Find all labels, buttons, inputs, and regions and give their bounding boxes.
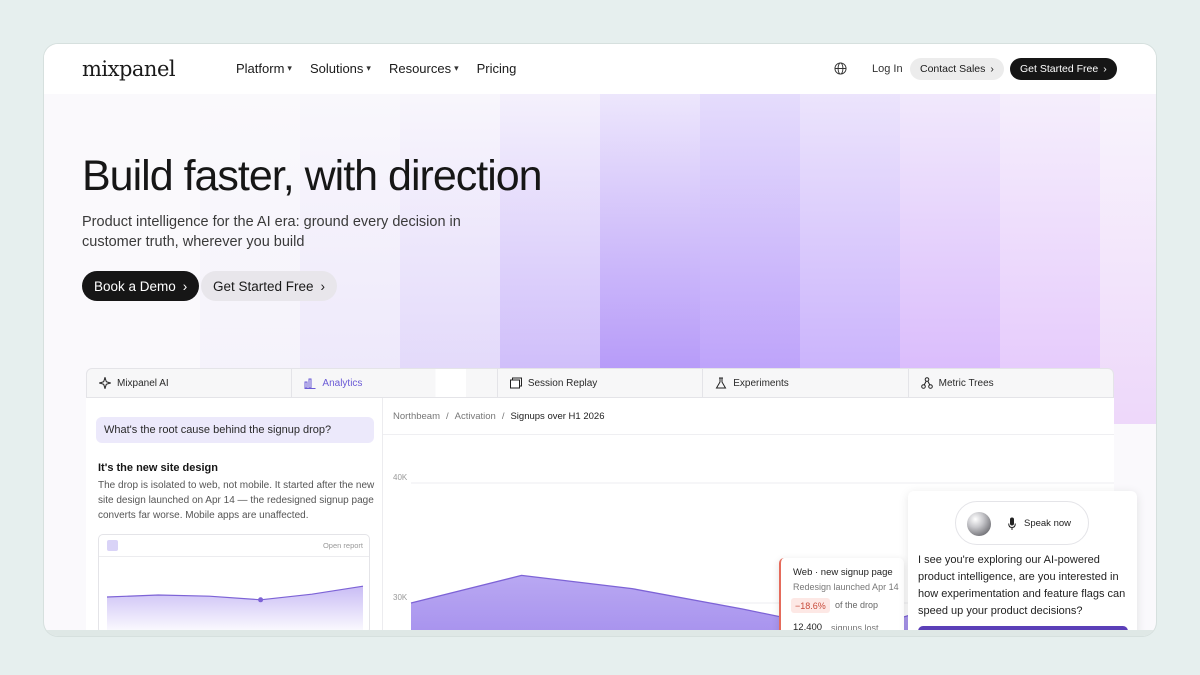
speak-now-label: Speak now (1024, 518, 1072, 529)
nav-resources[interactable]: Resources ▾ (389, 61, 459, 76)
chevron-down-icon: ▾ (366, 63, 371, 73)
breadcrumb-report-title: Signups over H1 2026 (510, 411, 605, 422)
y-tick-label: 30K (393, 593, 408, 602)
assistant-message: I see you're exploring our AI-powered pr… (918, 554, 1126, 617)
mini-trend-chart (106, 585, 364, 633)
hero-get-started-label: Get Started Free (213, 278, 314, 294)
mixpanel-logo[interactable]: mixpanel (82, 57, 176, 81)
chevron-right-icon: › (990, 63, 994, 75)
breadcrumb-activation[interactable]: Activation (455, 411, 496, 422)
tab-analytics[interactable]: Analytics (292, 369, 498, 397)
chart-tooltip: Web · new signup page Redesign launched … (779, 558, 904, 636)
tab-metric-trees[interactable]: Metric Trees (909, 369, 1113, 397)
voice-orb-icon (967, 512, 991, 536)
y-tick-label: 40K (393, 473, 408, 482)
nav-pricing[interactable]: Pricing (477, 61, 517, 76)
user-question: What's the root cause behind the signup … (96, 417, 374, 443)
book-demo-label: Book a Demo (94, 278, 176, 294)
hero-get-started-button[interactable]: Get Started Free › (201, 271, 338, 301)
chevron-down-icon: ▾ (454, 63, 459, 73)
nav-solutions-label: Solutions (309, 61, 364, 76)
chevron-right-icon: › (320, 278, 326, 294)
nav-pricing-label: Pricing (476, 61, 517, 76)
mini-area (107, 586, 363, 633)
nav-platform-label: Platform (236, 61, 285, 76)
ai-assistant-widget: Speak now I see you're exploring our AI-… (908, 491, 1137, 636)
nav-resources-label: Resources (388, 61, 452, 76)
speak-now-button[interactable]: Speak now (955, 501, 1089, 545)
nav-get-started-button[interactable]: Get Started Free › (1010, 58, 1117, 80)
breadcrumb: Northbeam / Activation / Signups over H1… (393, 411, 604, 422)
nav-solutions[interactable]: Solutions ▾ (310, 61, 371, 76)
mini-report-card[interactable]: Open report (98, 534, 370, 634)
tab-session-replay[interactable]: Session Replay (498, 369, 704, 397)
breadcrumb-northbeam[interactable]: Northbeam (393, 411, 440, 422)
mini-point (258, 597, 264, 603)
bar-chart-icon (304, 378, 316, 389)
nav-links: Platform ▾ Solutions ▾ Resources ▾ Pricing (236, 61, 516, 76)
tab-experiments-label: Experiments (733, 377, 789, 389)
hero-subtitle: Product intelligence for the AI era: gro… (82, 214, 461, 250)
change-label: of the drop (835, 600, 879, 610)
answer-title: It's the new site design (98, 462, 218, 474)
sparkle-icon (99, 377, 111, 389)
answer-body: The drop is isolated to web, not mobile.… (98, 480, 375, 521)
globe-icon[interactable] (834, 62, 847, 75)
ai-chat-panel: What's the root cause behind the signup … (86, 398, 383, 636)
tooltip-title: Web · new signup page (793, 567, 893, 578)
book-demo-button[interactable]: Book a Demo › (82, 271, 200, 301)
tab-mixpanel-ai-label: Mixpanel AI (117, 377, 169, 389)
tab-mixpanel-ai[interactable]: Mixpanel AI (87, 369, 293, 397)
page-frame: mixpanel Platform ▾ Solutions ▾ Resources ▾… (44, 44, 1156, 636)
contact-sales-label: Contact Sales (920, 63, 986, 75)
hero-title: Build faster, with direction (82, 152, 543, 200)
login-link[interactable]: Log In (872, 63, 903, 75)
top-nav: mixpanel Platform ▾ Solutions ▾ Resources ▾… (44, 44, 1156, 94)
bottom-band (44, 630, 1156, 636)
series-swatch (107, 540, 118, 551)
tab-metric-trees-label: Metric Trees (938, 377, 994, 389)
tab-session-replay-label: Session Replay (527, 377, 598, 389)
breadcrumb-separator: / (446, 411, 449, 422)
tooltip-subtitle: Redesign launched Apr 14 (793, 582, 899, 592)
contact-sales-button[interactable]: Contact Sales › (910, 58, 1004, 80)
open-report-link[interactable]: Open report (323, 541, 363, 550)
nav-platform[interactable]: Platform ▾ (236, 61, 292, 76)
flask-icon (715, 377, 727, 389)
tab-experiments[interactable]: Experiments (703, 369, 909, 397)
nav-get-started-label: Get Started Free (1020, 63, 1099, 75)
chevron-down-icon: ▾ (287, 63, 292, 73)
breadcrumb-separator: / (501, 411, 505, 422)
replay-icon (509, 377, 522, 389)
tree-icon (920, 377, 933, 389)
change-badge: −18.6% (791, 598, 830, 613)
chevron-right-icon: › (182, 278, 188, 294)
microphone-icon (1008, 517, 1016, 530)
tab-analytics-label: Analytics (322, 377, 363, 389)
product-tabs: Mixpanel AI Analytics Session Replay Exp… (86, 368, 1114, 398)
chevron-right-icon: › (1103, 63, 1107, 75)
